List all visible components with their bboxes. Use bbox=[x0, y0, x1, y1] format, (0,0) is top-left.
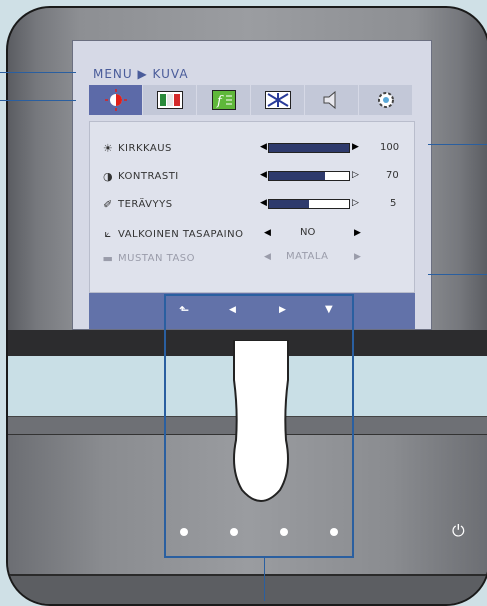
decrease-arrow-icon[interactable]: ◀ bbox=[260, 198, 267, 208]
increase-arrow-icon[interactable]: ▷ bbox=[352, 198, 359, 208]
brightness-slider[interactable] bbox=[268, 143, 350, 153]
base-bottom bbox=[8, 574, 487, 604]
setting-label: KIRKKAUS bbox=[118, 142, 172, 154]
setting-value: 100 bbox=[380, 142, 400, 153]
osd-screen: MENU ▶ KUVA f ☀ KIRKKAUS ◀ ▶ 100 ◑ KONTR… bbox=[72, 40, 432, 330]
callout-line-tabs bbox=[0, 100, 76, 101]
black-level-icon: ▬ bbox=[102, 251, 114, 265]
setting-label: TERÄVYYS bbox=[118, 198, 173, 210]
tab-function[interactable]: f bbox=[197, 85, 251, 115]
physical-button-4[interactable] bbox=[330, 528, 338, 536]
osd-breadcrumb: MENU ▶ KUVA bbox=[93, 67, 189, 81]
setting-value: MATALA bbox=[286, 251, 329, 262]
setting-value: 70 bbox=[386, 170, 399, 181]
function-icon: f bbox=[211, 90, 236, 110]
setting-row-white-balance[interactable]: ⟀ VALKOINEN TASAPAINO bbox=[102, 224, 272, 244]
increase-arrow-icon[interactable]: ▶ bbox=[352, 142, 359, 152]
callout-line-buttons bbox=[264, 558, 265, 601]
setting-row-brightness[interactable]: ☀ KIRKKAUS bbox=[102, 138, 252, 158]
callout-line-panel bbox=[428, 144, 487, 145]
setting-row-contrast[interactable]: ◑ KONTRASTI bbox=[102, 166, 252, 186]
sharpness-icon: ✐ bbox=[103, 197, 113, 211]
setting-label: VALKOINEN TASAPAINO bbox=[118, 228, 244, 240]
increase-arrow-icon: ▶ bbox=[354, 252, 361, 262]
contrast-slider[interactable] bbox=[268, 171, 350, 181]
tab-settings[interactable] bbox=[359, 85, 413, 115]
sun-icon: ☀ bbox=[102, 141, 114, 155]
contrast-icon: ◑ bbox=[102, 169, 114, 183]
brightness-icon bbox=[104, 89, 127, 111]
decrease-arrow-icon[interactable]: ◀ bbox=[260, 170, 267, 180]
settings-panel: ☀ KIRKKAUS ◀ ▶ 100 ◑ KONTRASTI ◀ ▷ 70 ✐ TER… bbox=[89, 121, 415, 293]
increase-arrow-icon[interactable]: ▷ bbox=[352, 170, 359, 180]
white-balance-icon: ⟀ bbox=[104, 227, 112, 240]
color-bars-icon bbox=[156, 91, 183, 109]
callout-line-title bbox=[0, 72, 76, 73]
setting-label: KONTRASTI bbox=[118, 170, 179, 182]
tab-color[interactable] bbox=[143, 85, 197, 115]
physical-button-2[interactable] bbox=[230, 528, 238, 536]
setting-label: MUSTAN TASO bbox=[118, 252, 196, 264]
setting-value: NO bbox=[300, 227, 316, 238]
power-button-icon[interactable]: ⏻ bbox=[452, 521, 465, 541]
setting-row-sharpness[interactable]: ✐ TERÄVYYS bbox=[102, 194, 252, 214]
decrease-arrow-icon: ◀ bbox=[264, 252, 271, 262]
tracking-icon bbox=[264, 91, 291, 109]
sharpness-slider[interactable] bbox=[268, 199, 350, 209]
speaker-icon bbox=[323, 90, 335, 110]
osd-tabs: f bbox=[89, 85, 413, 115]
decrease-arrow-icon[interactable]: ◀ bbox=[264, 228, 271, 238]
setting-row-black-level: ▬ MUSTAN TASO bbox=[102, 248, 252, 268]
tab-sound[interactable] bbox=[305, 85, 359, 115]
tab-tracking[interactable] bbox=[251, 85, 305, 115]
setting-value: 5 bbox=[390, 198, 397, 209]
increase-arrow-icon[interactable]: ▶ bbox=[354, 228, 361, 238]
buttons-callout-box bbox=[164, 294, 354, 558]
physical-button-1[interactable] bbox=[180, 528, 188, 536]
decrease-arrow-icon[interactable]: ◀ bbox=[260, 142, 267, 152]
physical-button-3[interactable] bbox=[280, 528, 288, 536]
tab-brightness[interactable] bbox=[89, 85, 143, 115]
settings-icon bbox=[377, 92, 394, 108]
callout-line-nav bbox=[428, 274, 487, 275]
